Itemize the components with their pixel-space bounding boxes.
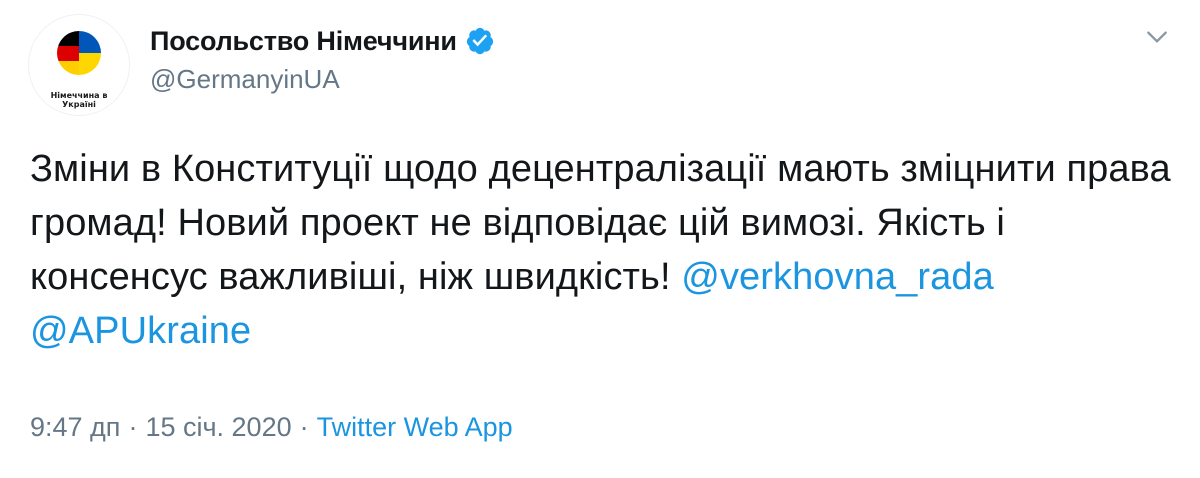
- avatar-caption-line2: Україні: [62, 100, 96, 109]
- display-name-row: Посольство Німеччини: [150, 24, 495, 58]
- chevron-down-icon[interactable]: [1144, 24, 1170, 50]
- meta-separator: ·: [299, 412, 309, 442]
- mention-link-apukraine[interactable]: @APUkraine: [30, 310, 251, 352]
- display-name[interactable]: Посольство Німеччини: [150, 26, 457, 57]
- tweet-date[interactable]: 15 січ. 2020: [145, 412, 291, 442]
- avatar[interactable]: Німеччина в Україні: [28, 14, 130, 116]
- tweet-text: Зміни в Конституції щодо децентралізації…: [30, 142, 1180, 358]
- avatar-caption: Німеччина в Україні: [29, 91, 129, 109]
- mention-link-verkhovna-rada[interactable]: @verkhovna_rada: [681, 256, 994, 298]
- meta-separator: ·: [128, 412, 138, 442]
- tweet-body-text: Зміни в Конституції щодо децентралізації…: [30, 148, 1171, 298]
- tweet-card: Німеччина в Україні Посольство Німеччини…: [0, 0, 1200, 478]
- tweet-source-link[interactable]: Twitter Web App: [317, 412, 513, 442]
- user-header: Посольство Німеччини @GermanyinUA: [150, 24, 495, 95]
- user-handle[interactable]: @GermanyinUA: [150, 64, 495, 95]
- tweet-meta: 9:47 дп · 15 січ. 2020 · Twitter Web App: [30, 412, 513, 443]
- tweet-time[interactable]: 9:47 дп: [30, 412, 120, 442]
- avatar-caption-line1: Німеччина в: [50, 91, 108, 100]
- verified-badge-icon: [466, 27, 493, 55]
